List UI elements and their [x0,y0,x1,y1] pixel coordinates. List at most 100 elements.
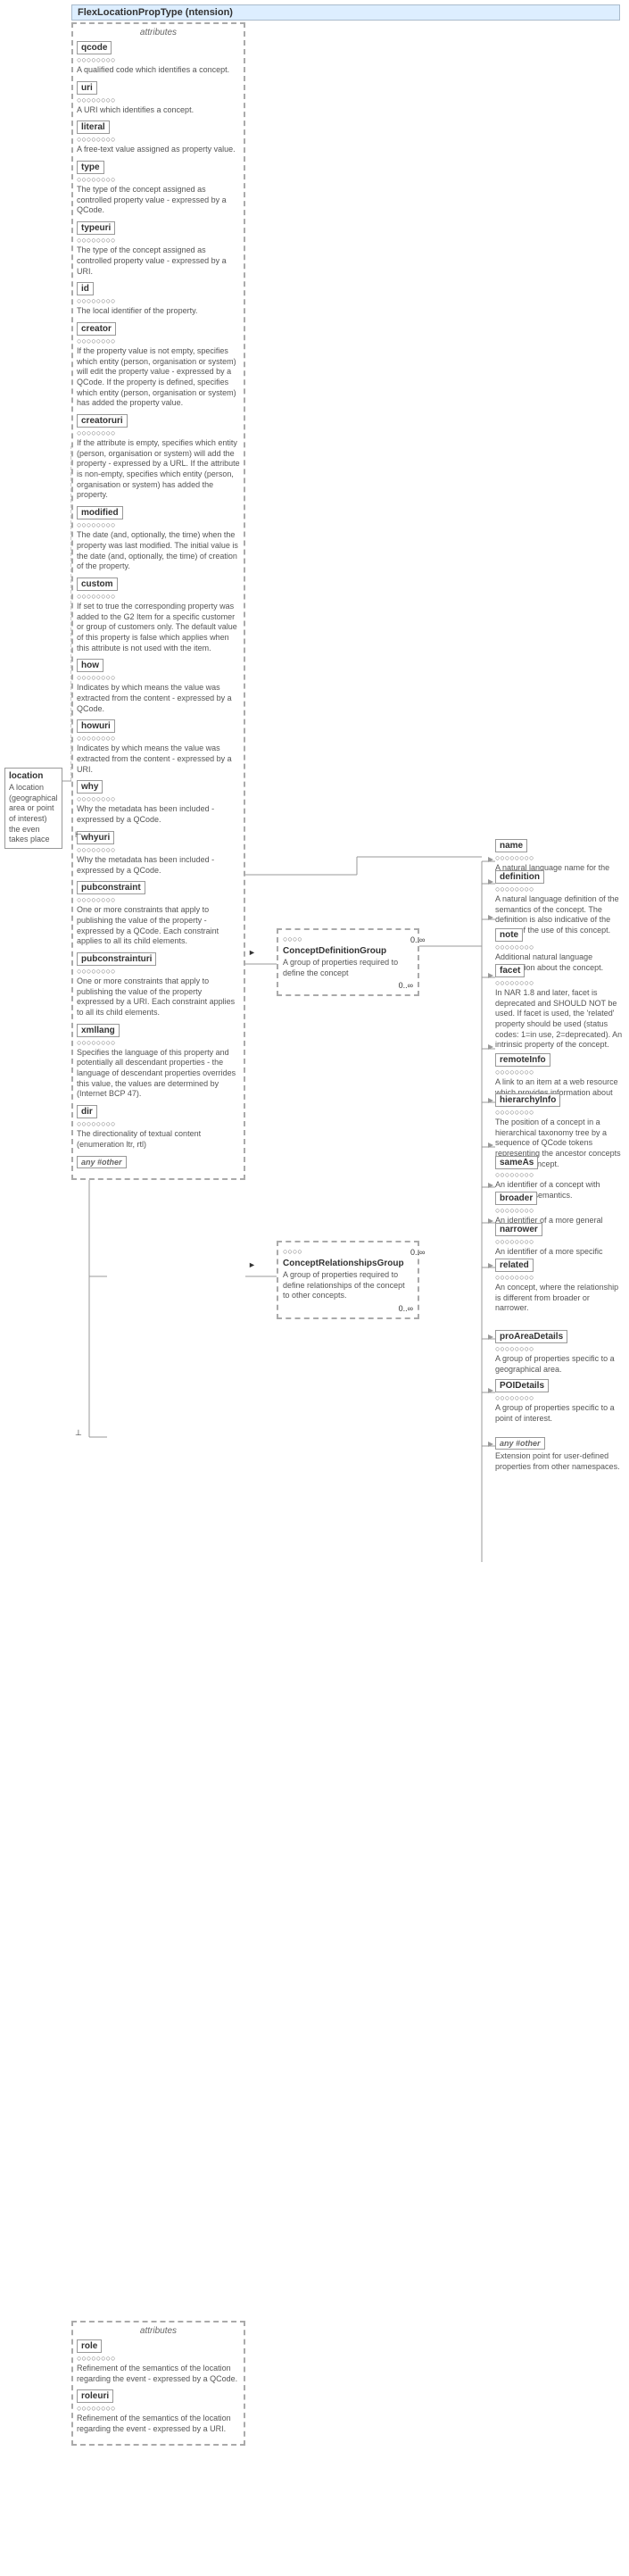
attr-dots-typeuri: ○○○○○○○○ [77,236,240,245]
attr-name-id: id [77,282,94,295]
concept-rel-group-mult: 0..∞ [283,1304,413,1313]
prop-proareadetails-label: proAreaDetails [495,1330,567,1343]
attr-desc-id: The local identifier of the property. [77,306,240,317]
attr-modified: modified ○○○○○○○○ The date (and, optiona… [77,506,240,572]
attr-dots-pubconstraint: ○○○○○○○○ [77,895,240,904]
concept-rel-group-title: ConceptRelationshipsGroup [283,1259,413,1268]
attr-name-pubconstraint: pubconstraint [77,881,145,894]
attr-dots-type: ○○○○○○○○ [77,175,240,184]
prop-definition-block: definition ○○○○○○○○ A natural language d… [495,870,625,936]
attr-name-type: type [77,161,104,174]
left-bracket-bottom: ⊥ [75,1428,82,1438]
location-desc: A location (geographical area or point o… [9,783,58,845]
attr-desc-modified: The date (and, optionally, the time) whe… [77,530,240,572]
attr-desc-creator: If the property value is not empty, spec… [77,346,240,409]
attr-dots-whyuri: ○○○○○○○○ [77,845,240,854]
attr-name-pubconstrainturi: pubconstrainturi [77,952,156,966]
def-group-mult-right: 0..∞ [410,935,425,944]
attr-dots-roleuri: ○○○○○○○○ [77,2404,240,2413]
attr-roleuri: roleuri ○○○○○○○○ Refinement of the seman… [77,2389,240,2434]
attr-dots-howuri: ○○○○○○○○ [77,734,240,743]
attr-dots-how: ○○○○○○○○ [77,673,240,682]
concept-def-group-desc: A group of properties required to define… [283,958,413,978]
attr-type: type ○○○○○○○○ The type of the concept as… [77,161,240,216]
attr-dots-literal: ○○○○○○○○ [77,135,240,144]
prop-any-other-label: any #other [495,1437,545,1450]
attr-why: why ○○○○○○○○ Why the metadata has been i… [77,780,240,825]
attr-dots-modified: ○○○○○○○○ [77,520,240,529]
attr-desc-how: Indicates by which means the value was e… [77,683,240,714]
prop-proareadetails-block: proAreaDetails ○○○○○○○○ A group of prope… [495,1330,625,1375]
attr-name-creator: creator [77,322,116,336]
location-box: location A location (geographical area o… [4,768,62,849]
attr-name-howuri: howuri [77,719,115,733]
attr-dir: dir ○○○○○○○○ The directionality of textu… [77,1105,240,1150]
attr-dots-creatoruri: ○○○○○○○○ [77,428,240,437]
attr-name-typeuri: typeuri [77,221,115,235]
rel-group-mult-left: ► [248,1260,256,1269]
prop-proareadetails-desc: A group of properties specific to a geog… [495,1354,625,1375]
attr-pubconstrainturi: pubconstrainturi ○○○○○○○○ One or more co… [77,952,240,1018]
attr-name-how: how [77,659,103,672]
prop-facet-desc: In NAR 1.8 and later, facet is deprecate… [495,988,625,1051]
prop-name-label: name [495,839,527,852]
attr-name-uri: uri [77,81,97,95]
prop-remoteinfo-label: remoteInfo [495,1053,550,1067]
attr-desc-howuri: Indicates by which means the value was e… [77,744,240,775]
concept-rel-group-desc: A group of properties required to define… [283,1270,413,1301]
attr-desc-literal: A free-text value assigned as property v… [77,145,240,155]
main-attributes-box: attributes qcode ○○○○○○○○ A qualified co… [71,22,245,1180]
concept-rel-group: ○○○○ ConceptRelationshipsGroup A group o… [277,1241,419,1319]
attr-dots-creator: ○○○○○○○○ [77,337,240,345]
def-group-mult-left: ► [248,948,256,957]
concept-def-group: ○○○○ ConceptDefinitionGroup A group of p… [277,928,419,996]
prop-poidetails-block: POIDetails ○○○○○○○○ A group of propertie… [495,1379,625,1424]
attr-howuri: howuri ○○○○○○○○ Indicates by which means… [77,719,240,775]
prop-any-other-block: any #other Extension point for user-defi… [495,1437,625,1472]
prop-facet-label: facet [495,964,525,977]
prop-broader-label: broader [495,1192,537,1205]
attr-dots-role: ○○○○○○○○ [77,2354,240,2363]
attr-literal: literal ○○○○○○○○ A free-text value assig… [77,120,240,155]
prop-definition-label: definition [495,870,544,884]
attr-dots-dir: ○○○○○○○○ [77,1119,240,1128]
location-title: location [9,771,58,781]
attr-name-qcode: qcode [77,41,112,54]
title-bar: FlexLocationPropType (ntension) [71,4,620,21]
attr-desc-creatoruri: If the attribute is empty, specifies whi… [77,438,240,501]
attr-custom: custom ○○○○○○○○ If set to true the corre… [77,578,240,653]
attr-name-why: why [77,780,103,794]
attr-dots-pubconstrainturi: ○○○○○○○○ [77,967,240,976]
attr-desc-role: Refinement of the semantics of the locat… [77,2364,240,2384]
attr-desc-pubconstraint: One or more constraints that apply to pu… [77,905,240,947]
concept-rel-group-header: ○○○○ [283,1247,413,1256]
attributes-header: attributes [77,28,240,37]
prop-related-block: related ○○○○○○○○ An concept, where the r… [495,1259,625,1314]
attr-desc-typeuri: The type of the concept assigned as cont… [77,245,240,277]
attr-dots-id: ○○○○○○○○ [77,296,240,305]
prop-related-label: related [495,1259,534,1272]
attr-qcode: qcode ○○○○○○○○ A qualified code which id… [77,41,240,76]
attr-dots-custom: ○○○○○○○○ [77,592,240,601]
left-bracket-top: ⊢ [75,830,82,840]
attr-desc-custom: If set to true the corresponding propert… [77,602,240,653]
attr-how: how ○○○○○○○○ Indicates by which means th… [77,659,240,714]
attr-desc-type: The type of the concept assigned as cont… [77,185,240,216]
concept-def-group-header: ○○○○ [283,935,413,943]
attr-role: role ○○○○○○○○ Refinement of the semantic… [77,2339,240,2384]
attr-name-literal: literal [77,120,110,134]
prop-related-desc: An concept, where the relationship is di… [495,1283,625,1314]
diagram-container: FlexLocationPropType (ntension) location… [0,0,629,2576]
prop-poidetails-desc: A group of properties specific to a poin… [495,1403,625,1424]
attr-whyuri: whyuri ○○○○○○○○ Why the metadata has bee… [77,831,240,876]
attr-desc-why: Why the metadata has been included - exp… [77,804,240,825]
prop-note-label: note [495,928,523,942]
attr-xmllang: xmllang ○○○○○○○○ Specifies the language … [77,1024,240,1100]
title-text: FlexLocationPropType (ntension) [78,7,233,18]
attr-name-dir: dir [77,1105,97,1118]
attr-name-xmllang: xmllang [77,1024,120,1037]
attr-desc-whyuri: Why the metadata has been included - exp… [77,855,240,876]
prop-poidetails-label: POIDetails [495,1379,549,1392]
prop-hierarchyinfo-label: hierarchyInfo [495,1093,560,1107]
attr-name-role: role [77,2339,102,2353]
